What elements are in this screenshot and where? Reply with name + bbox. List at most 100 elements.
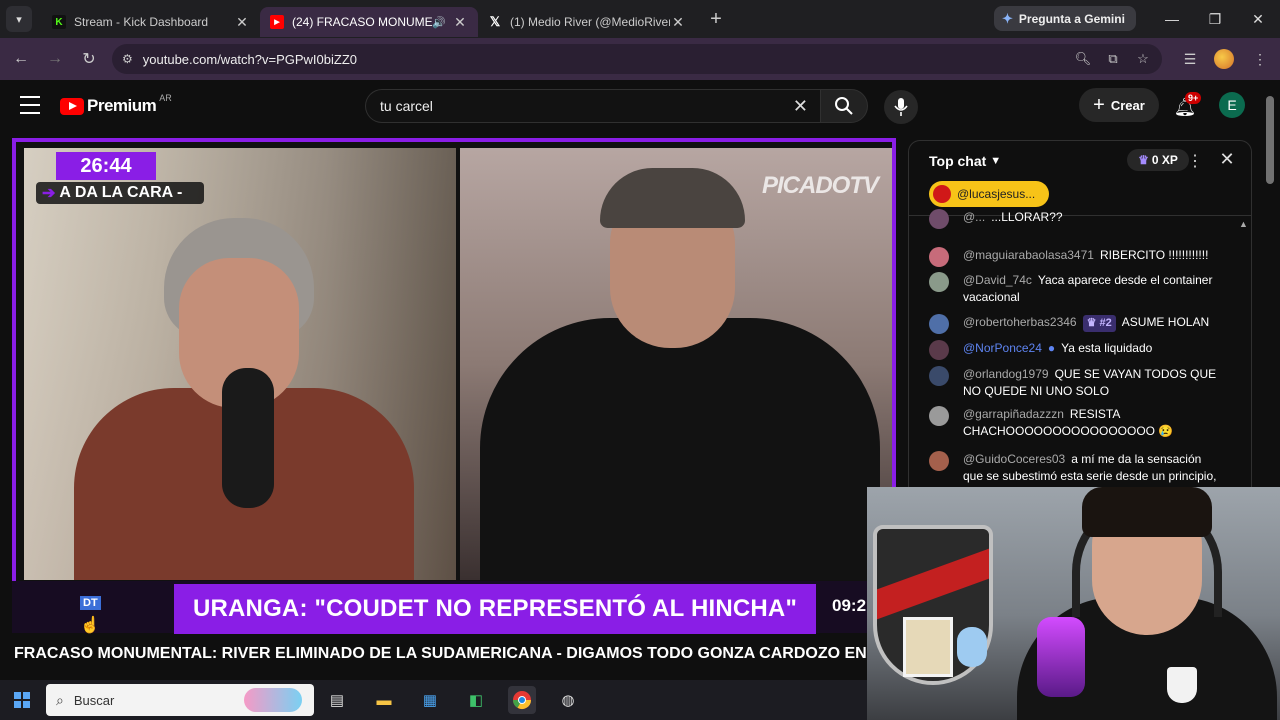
scroll-up-icon[interactable]: ▲ [1239, 219, 1248, 229]
chat-username: @garrapiñadazzzn [963, 407, 1064, 421]
browser-menu-icon[interactable]: ⋮ [1245, 44, 1275, 74]
video-player[interactable]: PICADOTV 26:44 ➔ A DA LA CARA - [12, 138, 896, 588]
address-bar[interactable]: ⚙ youtube.com/watch?v=PGPwI0biZZ0 🔍︎ ⧉ ☆ [112, 44, 1162, 74]
media-control-icon[interactable]: ☰ [1175, 44, 1205, 74]
cast-icon[interactable]: ⧉ [1099, 44, 1127, 74]
store-icon[interactable]: ▦ [416, 686, 444, 714]
start-button[interactable] [0, 680, 44, 720]
file-explorer-icon[interactable]: ▬ [370, 686, 398, 714]
live-chat-panel: Top chat ▼ ♛ 0 XP ⋮ ✕ @lucasjesus... ▲ @… [908, 140, 1252, 488]
broadcast-clock: 09:2 [832, 596, 867, 615]
headline-banner: URANGA: "COUDET NO REPRESENTÓ AL HINCHA" [174, 584, 816, 634]
restore-button[interactable]: ❐ [1193, 0, 1237, 38]
back-button[interactable]: ← [4, 50, 38, 68]
search-icon [835, 97, 853, 115]
taskbar-search-label: Buscar [73, 692, 115, 708]
site-info-icon[interactable]: ⚙ [122, 52, 133, 66]
url-text: youtube.com/watch?v=PGPwI0biZZ0 [142, 51, 358, 67]
youtube-icon: ▶ [270, 15, 284, 29]
webcam-overlay [867, 487, 1280, 720]
chrome-logo [513, 691, 531, 710]
tab-kick[interactable]: K Stream - Kick Dashboard ✕ [42, 7, 260, 37]
page-scrollbar[interactable] [1266, 96, 1274, 184]
chat-username: @David_74c [963, 273, 1032, 287]
create-label: Crear [1110, 97, 1145, 113]
crown-icon: ♛ [1138, 153, 1149, 167]
user-avatar [929, 209, 949, 229]
x-icon: 𝕏 [489, 14, 501, 29]
taskbar-search[interactable]: ⌕ Buscar [46, 684, 314, 716]
tab-title: (1) Medio River (@MedioRiver) [510, 15, 670, 29]
dt-logo: DT [80, 596, 101, 610]
tab-youtube[interactable]: ▶ (24) FRACASO MONUMENT 🔊 ✕ [260, 7, 478, 37]
speaker-icon[interactable]: 🔊 [432, 16, 446, 29]
chat-message[interactable]: @... ...LLORAR?? [929, 209, 1219, 229]
address-toolbar: ← → ↻ ⚙ youtube.com/watch?v=PGPwI0biZZ0 … [0, 38, 1280, 80]
plus-icon: + [1093, 93, 1105, 116]
chat-message[interactable]: @David_74c Yaca aparece desde el containe… [929, 272, 1219, 306]
toy-figure [957, 627, 987, 667]
chevron-down-icon: ▼ [990, 155, 1002, 167]
voice-search-button[interactable] [884, 90, 918, 124]
extension-avatar[interactable] [1214, 49, 1234, 69]
member-badge: ♛ #2 [1082, 315, 1116, 332]
minimize-button[interactable]: — [1150, 0, 1194, 38]
chrome-icon[interactable] [508, 686, 536, 714]
user-avatar [929, 451, 949, 471]
chat-message[interactable]: @maguiarabaolasa3471 RIBERCITO !!!!!!!!!!… [929, 247, 1219, 267]
pinned-message-chip[interactable]: @lucasjesus... [929, 181, 1049, 207]
reload-button[interactable]: ↻ [72, 49, 106, 69]
ticker-text: A DA LA CARA - [59, 184, 183, 201]
close-icon[interactable]: ✕ [234, 14, 250, 31]
tab-search-button[interactable]: ▾ [6, 6, 32, 32]
tab-title: Stream - Kick Dashboard [74, 15, 209, 29]
kick-icon: K [52, 15, 66, 29]
xp-badge[interactable]: ♛ 0 XP [1127, 149, 1189, 171]
search-input[interactable]: tu carcel ✕ [365, 89, 820, 123]
pinned-user: @lucasjesus... [957, 187, 1036, 201]
jersey-crest [1167, 667, 1197, 703]
clear-search-icon[interactable]: ✕ [793, 96, 808, 117]
tab-title: (24) FRACASO MONUMENT [292, 15, 433, 29]
search-button[interactable] [820, 89, 868, 123]
account-avatar[interactable]: E [1219, 92, 1245, 118]
video-right-panel: PICADOTV [460, 148, 892, 580]
new-tab-button[interactable]: + [704, 8, 728, 31]
video-title: FRACASO MONUMENTAL: RIVER ELIMINADO DE L… [14, 645, 866, 662]
microphone-icon [894, 98, 908, 116]
close-chat-icon[interactable]: ✕ [1217, 149, 1237, 170]
gemini-icon: ✦ [1002, 10, 1013, 26]
user-avatar [929, 406, 949, 426]
menu-icon[interactable] [20, 96, 40, 114]
chat-message[interactable]: @NorPonce24 ● Ya esta liquidado [929, 340, 1219, 360]
chat-message[interactable]: @orlandog1979 QUE SE VAYAN TODOS QUE NO Q… [929, 366, 1219, 400]
brand-label: Premium [87, 96, 157, 115]
chat-options-icon[interactable]: ⋮ [1187, 151, 1203, 171]
tab-x[interactable]: 𝕏 (1) Medio River (@MedioRiver) ✕ [478, 7, 696, 37]
bookmark-star-icon[interactable]: ☆ [1129, 44, 1157, 74]
youtube-logo[interactable]: Premium AR [60, 93, 172, 116]
forward-button[interactable]: → [38, 50, 72, 68]
mouse-cursor-icon: ☝ [80, 617, 100, 634]
chat-message[interactable]: @robertoherbas2346 ♛ #2 ASUME HOLAN [929, 314, 1219, 334]
gemini-button[interactable]: ✦ Pregunta a Gemini [994, 6, 1136, 31]
close-icon[interactable]: ✕ [670, 14, 686, 31]
obs-icon[interactable]: ◍ [554, 686, 582, 714]
pinned-avatar [933, 185, 951, 203]
chat-message[interactable]: @garrapiñadazzzn RESISTA CHACHOOOOOOOOOOO… [929, 406, 1219, 440]
close-icon[interactable]: ✕ [452, 14, 468, 31]
create-button[interactable]: + Crear [1079, 88, 1159, 122]
zoom-icon[interactable]: 🔍︎ [1069, 44, 1097, 74]
chat-text: ASUME HOLAN [1121, 315, 1210, 329]
chat-message[interactable]: @GuidoCoceres03 a mí me da la sensación q… [929, 451, 1219, 485]
watermark-logo: PICADOTV [761, 172, 879, 199]
chat-mode-label: Top chat [929, 153, 987, 169]
chat-username: @NorPonce24 [963, 341, 1042, 355]
chat-username: @GuidoCoceres03 [963, 452, 1066, 466]
user-avatar [929, 314, 949, 334]
task-view-icon[interactable]: ▤ [323, 686, 351, 714]
studio-microphone [222, 368, 274, 508]
window-close-button[interactable]: ✕ [1236, 0, 1280, 38]
app-icon[interactable]: ◧ [462, 686, 490, 714]
rgb-microphone [1037, 617, 1085, 697]
